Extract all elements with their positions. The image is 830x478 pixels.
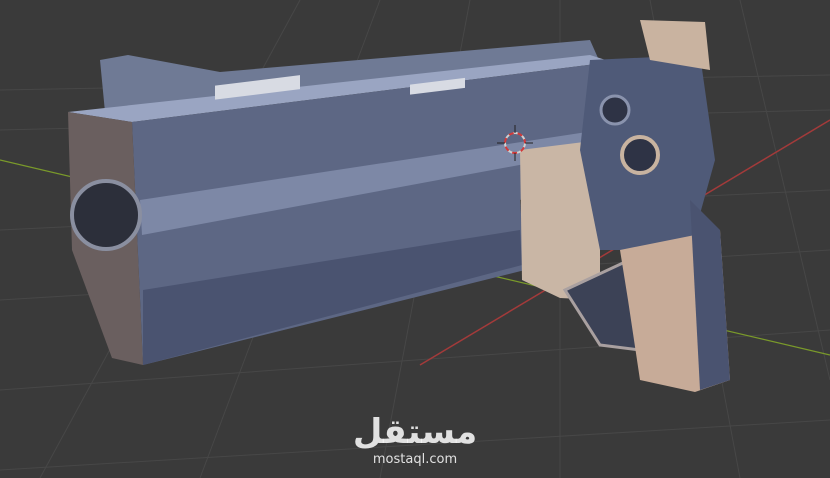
muzzle-bore bbox=[70, 179, 142, 251]
3d-viewport[interactable] bbox=[0, 0, 830, 478]
watermark-domain: mostaql.com bbox=[372, 452, 458, 467]
revolver-model[interactable] bbox=[68, 20, 730, 392]
cylinder-chamber bbox=[620, 135, 660, 175]
cylinder-chamber bbox=[599, 94, 631, 126]
watermark-logo-arabic: مستقل bbox=[352, 412, 478, 452]
